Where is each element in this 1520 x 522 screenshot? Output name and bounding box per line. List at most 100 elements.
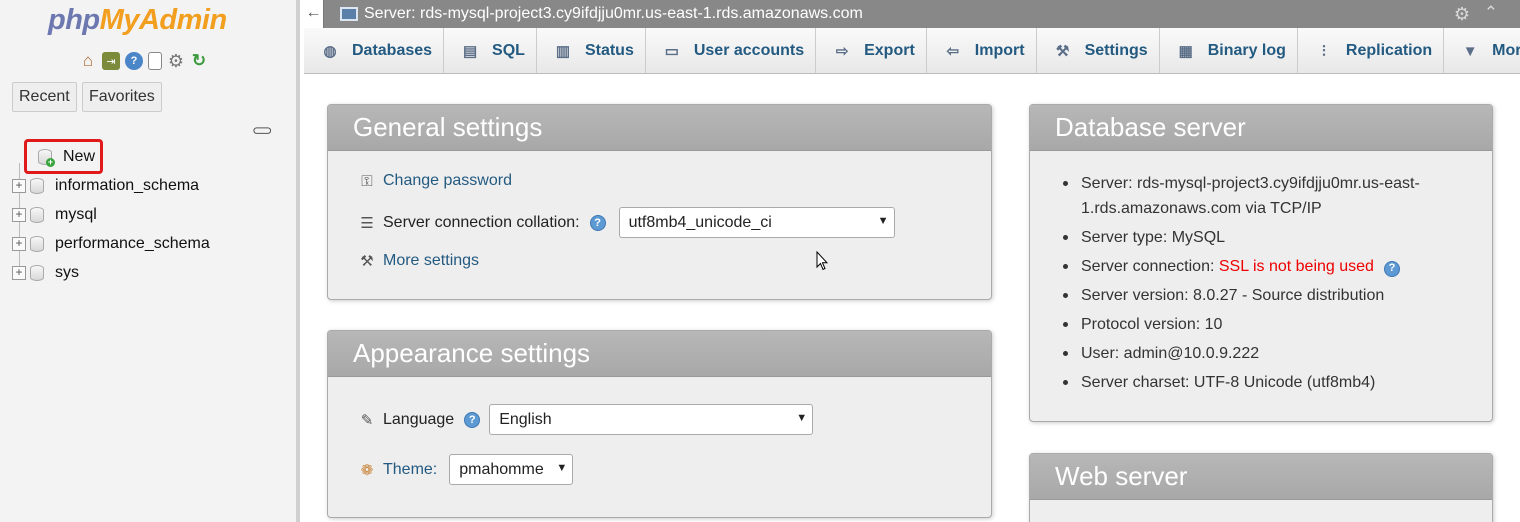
page-settings-icon[interactable]: ⚙ bbox=[1454, 4, 1470, 25]
tree-item-mysql[interactable]: + mysql bbox=[12, 204, 97, 226]
tab-replication[interactable]: ⫶ Replication bbox=[1298, 28, 1445, 73]
expand-icon[interactable]: + bbox=[12, 266, 26, 280]
language-select[interactable]: English ▼ bbox=[489, 404, 814, 435]
theme-value: pmahomme bbox=[459, 460, 544, 478]
collation-select[interactable]: utf8mb4_unicode_ci ▼ bbox=[618, 207, 895, 238]
tree-item-label: performance_schema bbox=[55, 235, 210, 252]
tab-label: Binary log bbox=[1207, 42, 1286, 59]
panel-title: Database server bbox=[1030, 105, 1492, 151]
expand-icon[interactable]: + bbox=[12, 179, 26, 193]
tree-item-sys[interactable]: + sys bbox=[12, 262, 79, 284]
phpmyadmin-logo[interactable]: phpMyAdmin bbox=[48, 4, 227, 37]
tree-item-information-schema[interactable]: + information_schema bbox=[12, 175, 199, 197]
collation-row: ☰ Server connection collation: ? utf8mb4… bbox=[358, 207, 895, 238]
settings-icon[interactable]: ⚙ bbox=[167, 51, 185, 71]
tab-label: Status bbox=[584, 42, 634, 59]
tab-label: Export bbox=[864, 42, 915, 59]
ssl-status: SSL is not being used bbox=[1218, 258, 1374, 275]
help-icon[interactable]: ? bbox=[464, 411, 481, 428]
tab-label: User accounts bbox=[693, 42, 805, 59]
tab-binary-log[interactable]: ▦ Binary log bbox=[1160, 28, 1298, 73]
expand-icon[interactable]: + bbox=[12, 208, 26, 222]
tab-databases[interactable]: ◍ Databases bbox=[304, 28, 445, 73]
list-item: Server charset: UTF-8 Unicode (utf8mb4) bbox=[1061, 370, 1481, 395]
tree-item-label: sys bbox=[55, 264, 79, 281]
favorites-tab[interactable]: Favorites bbox=[82, 82, 162, 112]
reload-icon[interactable]: ↻ bbox=[190, 51, 208, 70]
tree-item-performance-schema[interactable]: + performance_schema bbox=[12, 233, 210, 255]
help-icon[interactable]: ? bbox=[589, 214, 606, 231]
tab-settings[interactable]: ⚒ Settings bbox=[1037, 28, 1160, 73]
key-icon: ⚿ bbox=[361, 172, 373, 190]
language-row: ✎ Language ? English ▼ bbox=[358, 404, 814, 435]
server-breadcrumb-bar: ← Server: rds-mysql-project3.cy9ifdjju0m… bbox=[304, 0, 1520, 28]
list-item-connection: Server connection: SSL is not being used… bbox=[1061, 254, 1481, 279]
expand-icon[interactable]: + bbox=[12, 237, 26, 251]
collation-list-icon: ☰ bbox=[360, 214, 374, 232]
logo-myadmin: MyAdmin bbox=[99, 4, 228, 36]
server-icon bbox=[340, 7, 358, 21]
mouse-cursor-icon bbox=[816, 251, 828, 271]
navigation-panel: phpMyAdmin ⌂ ⇥ ? ⚙ ↻ Recent Favorites ⊂⊃… bbox=[0, 0, 300, 522]
server-info-list: Server: rds-mysql-project3.cy9ifdjju0mr.… bbox=[1061, 171, 1481, 399]
appearance-settings-panel: Appearance settings ✎ Language ? English… bbox=[327, 330, 992, 518]
recent-tab[interactable]: Recent bbox=[12, 82, 77, 112]
panel-title: General settings bbox=[328, 105, 991, 151]
server-title[interactable]: Server: rds-mysql-project3.cy9ifdjju0mr.… bbox=[364, 5, 863, 23]
dropdown-triangle-icon: ▼ bbox=[1462, 42, 1478, 60]
sql-icon: ▤ bbox=[462, 43, 478, 60]
import-icon: ⇦ bbox=[946, 43, 960, 60]
language-label: Language bbox=[383, 410, 455, 428]
tab-label: Databases bbox=[352, 42, 433, 59]
theme-row: ❁ Theme: pmahomme ▼ bbox=[358, 454, 574, 485]
export-icon: ⇨ bbox=[835, 43, 849, 60]
collation-label: Server connection collation: bbox=[383, 213, 580, 231]
database-icon: ◍ bbox=[323, 43, 337, 60]
tab-status[interactable]: ▥ Status bbox=[537, 28, 646, 73]
logo-php: php bbox=[48, 4, 100, 36]
list-item: Server type: MySQL bbox=[1061, 225, 1481, 250]
theme-select[interactable]: pmahomme ▼ bbox=[449, 454, 574, 485]
language-icon: ✎ bbox=[360, 411, 374, 429]
tab-label: More bbox=[1492, 42, 1520, 59]
chevron-down-icon: ▼ bbox=[796, 412, 808, 424]
user-card-icon: ▭ bbox=[664, 43, 679, 60]
chevron-down-icon: ▼ bbox=[877, 215, 889, 227]
more-settings-link[interactable]: More settings bbox=[383, 252, 479, 270]
help-icon[interactable]: ? bbox=[1383, 260, 1400, 277]
tab-export[interactable]: ⇨ Export bbox=[816, 28, 927, 73]
wrench-icon: ⚒ bbox=[1055, 43, 1070, 60]
tab-label: Replication bbox=[1345, 42, 1433, 59]
replication-icon: ⫶ bbox=[1322, 42, 1326, 60]
database-icon bbox=[30, 178, 44, 194]
general-settings-panel: General settings ⚿ Change password ☰ Ser… bbox=[327, 104, 992, 300]
tab-user-accounts[interactable]: ▭ User accounts bbox=[646, 28, 817, 73]
language-value: English bbox=[499, 410, 552, 428]
panel-title: Appearance settings bbox=[328, 331, 991, 377]
tree-item-label: information_schema bbox=[55, 177, 200, 194]
database-icon bbox=[30, 265, 44, 281]
collation-value: utf8mb4_unicode_ci bbox=[628, 213, 772, 231]
database-server-panel: Database server Server: rds-mysql-projec… bbox=[1029, 104, 1493, 422]
collapse-up-icon[interactable]: ⌃ bbox=[1484, 3, 1498, 23]
logout-icon[interactable]: ⇥ bbox=[102, 52, 120, 70]
tab-sql[interactable]: ▤ SQL bbox=[444, 28, 537, 73]
log-icon: ▦ bbox=[1178, 43, 1193, 60]
help-icon[interactable]: ? bbox=[125, 52, 143, 70]
list-item: Server version: 8.0.27 - Source distribu… bbox=[1061, 283, 1481, 308]
database-icon bbox=[30, 207, 44, 223]
link-chain-icon[interactable]: ⊂⊃ bbox=[252, 122, 273, 139]
home-icon[interactable]: ⌂ bbox=[79, 51, 97, 70]
nav-icon-bar: ⌂ ⇥ ? ⚙ ↻ bbox=[79, 51, 208, 71]
main-menu: ◍ Databases ▤ SQL ▥ Status ▭ User accounts ⇨… bbox=[304, 28, 1520, 74]
palette-icon: ❁ bbox=[360, 461, 374, 479]
collapse-nav-arrow-icon[interactable]: ← bbox=[304, 0, 324, 28]
tab-label: SQL bbox=[492, 42, 525, 59]
tab-import[interactable]: ⇦ Import bbox=[927, 28, 1037, 73]
change-password-link[interactable]: Change password bbox=[383, 172, 512, 190]
change-password-row: ⚿ Change password bbox=[358, 172, 512, 190]
more-settings-row: ⚒ More settings bbox=[358, 252, 479, 270]
tab-more[interactable]: ▼ More bbox=[1444, 28, 1520, 73]
documentation-icon[interactable] bbox=[148, 52, 162, 70]
theme-label[interactable]: Theme: bbox=[383, 461, 437, 479]
